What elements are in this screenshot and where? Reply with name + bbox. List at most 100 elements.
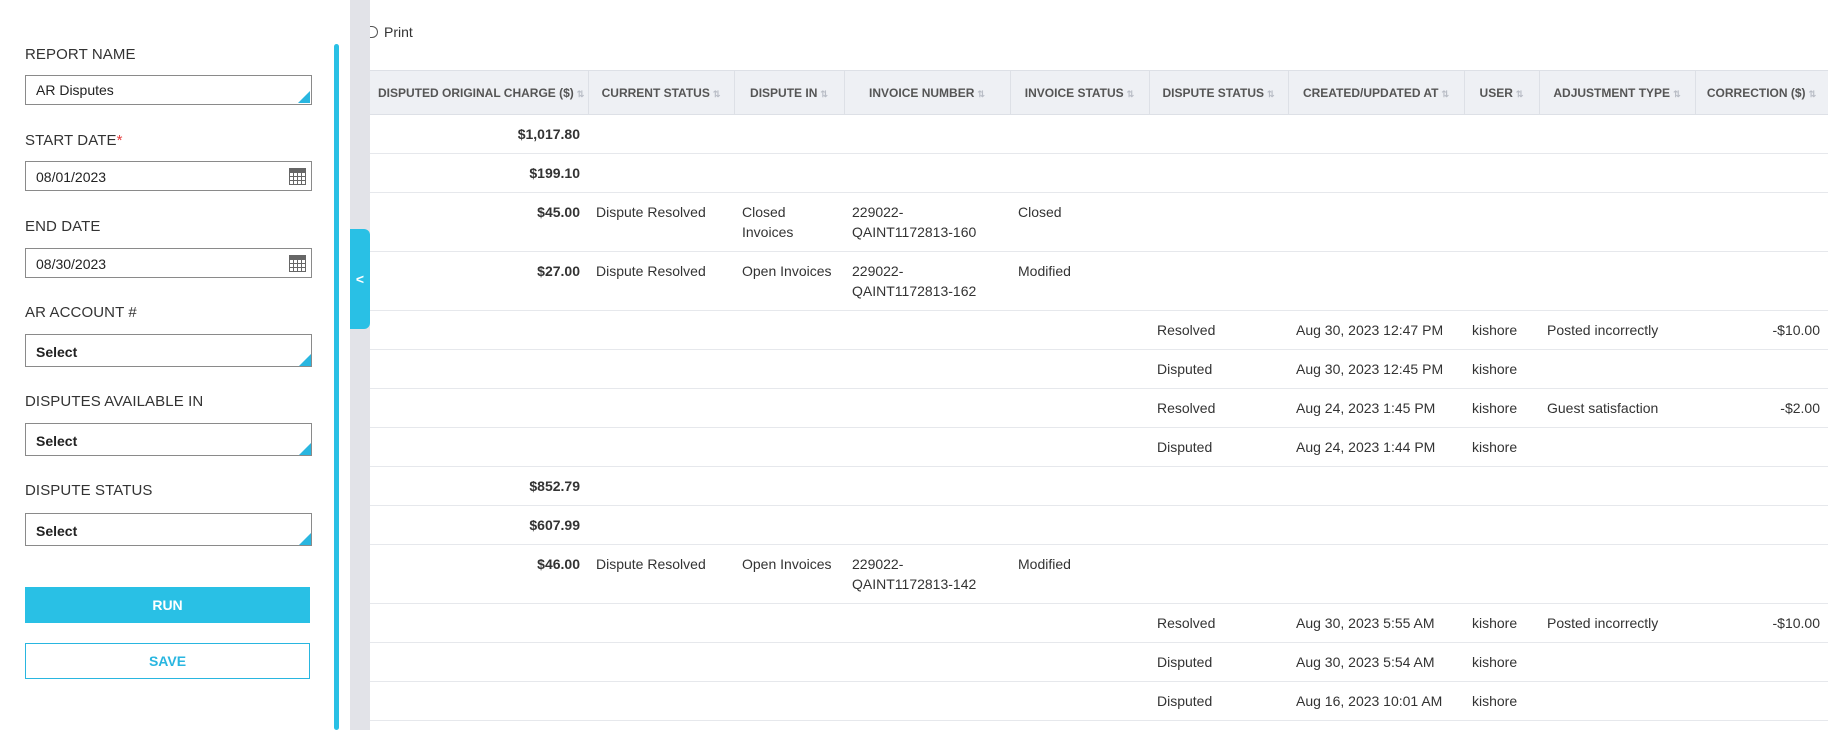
sort-icon[interactable]: ⇅ xyxy=(1127,89,1135,99)
table-row[interactable]: Disputed Aug 16, 2023 10:01 AM kishore xyxy=(370,681,1828,721)
sort-icon[interactable]: ⇅ xyxy=(1809,89,1817,99)
table-cell xyxy=(370,681,588,721)
start-date-value: 08/01/2023 xyxy=(36,169,107,185)
dispute-status-select[interactable]: Select xyxy=(25,513,312,546)
table-cell: Aug 16, 2023 10:00 AM xyxy=(1288,720,1464,730)
ar-account-select[interactable]: Select xyxy=(25,334,312,367)
print-label: Print xyxy=(384,24,413,40)
end-date-input[interactable]: 08/30/2023 xyxy=(25,248,312,278)
start-date-input[interactable]: 08/01/2023 xyxy=(25,161,312,191)
table-cell xyxy=(1695,466,1828,506)
table-row[interactable]: $27.00 Dispute Resolved Open Invoices 22902… xyxy=(370,251,1828,311)
sort-icon[interactable]: ⇅ xyxy=(977,89,985,99)
table-cell xyxy=(1149,505,1288,545)
sort-icon[interactable]: ⇅ xyxy=(1442,89,1450,99)
field-resize-corner-icon xyxy=(298,91,310,103)
table-cell xyxy=(734,427,844,467)
calendar-icon[interactable] xyxy=(289,168,306,185)
column-header[interactable]: INVOICE NUMBER ⇅ xyxy=(844,70,1011,115)
table-cell xyxy=(1010,720,1149,730)
table-row[interactable]: Resolved Aug 30, 2023 5:55 AM kishore Poste… xyxy=(370,603,1828,643)
table-cell xyxy=(1695,544,1828,604)
collapse-panel-toggle[interactable]: < xyxy=(350,229,370,329)
table-cell xyxy=(734,388,844,428)
run-button[interactable]: RUN xyxy=(25,587,310,623)
table-cell: -$2.00 xyxy=(1695,388,1828,428)
table-cell xyxy=(588,466,734,506)
table-cell xyxy=(734,349,844,389)
table-cell xyxy=(844,681,1010,721)
panel-scrollbar[interactable] xyxy=(334,44,339,730)
table-cell: $45.00 xyxy=(370,192,588,252)
report-content: Print DISPUTED ORIGINAL CHARGE ($) ⇅ CURRE… xyxy=(370,0,1828,730)
table-cell xyxy=(1288,544,1464,604)
table-cell xyxy=(1695,349,1828,389)
table-row[interactable]: $199.10 xyxy=(370,153,1828,193)
column-header[interactable]: ADJUSTMENT TYPE ⇅ xyxy=(1539,70,1696,115)
table-cell: Open Invoices xyxy=(734,251,844,311)
table-cell: 229022-QAINT1172813-162 xyxy=(844,251,1010,311)
disputes-available-select[interactable]: Select xyxy=(25,423,312,456)
column-header[interactable]: CREATED/UPDATED AT ⇅ xyxy=(1288,70,1465,115)
column-header[interactable]: CURRENT STATUS ⇅ xyxy=(588,70,735,115)
table-cell xyxy=(1010,466,1149,506)
table-cell xyxy=(734,642,844,682)
table-cell xyxy=(844,603,1010,643)
table-row[interactable]: Resolved Aug 24, 2023 1:45 PM kishore Guest… xyxy=(370,388,1828,428)
table-cell: Resolved xyxy=(1149,388,1288,428)
panel-divider xyxy=(350,0,370,730)
table-cell xyxy=(1464,114,1539,154)
column-header[interactable]: DISPUTE STATUS ⇅ xyxy=(1149,70,1289,115)
table-cell xyxy=(844,114,1010,154)
table-row[interactable]: Disputed Aug 30, 2023 5:54 AM kishore xyxy=(370,642,1828,682)
table-row[interactable]: Disputed Aug 30, 2023 12:45 PM kishore xyxy=(370,349,1828,389)
table-row[interactable]: DisputedAug 16, 2023 10:00 AMkishore xyxy=(370,720,1828,730)
column-header[interactable]: INVOICE STATUS ⇅ xyxy=(1010,70,1150,115)
save-button[interactable]: SAVE xyxy=(25,643,310,679)
table-row[interactable]: $852.79 xyxy=(370,466,1828,506)
table-cell: Disputed xyxy=(1149,349,1288,389)
column-header-label: DISPUTED ORIGINAL CHARGE ($) xyxy=(378,85,574,100)
report-name-input[interactable] xyxy=(25,75,312,105)
column-header[interactable]: USER ⇅ xyxy=(1464,70,1540,115)
table-row[interactable]: $46.00 Dispute Resolved Open Invoices 22902… xyxy=(370,544,1828,604)
table-row[interactable]: Resolved Aug 30, 2023 12:47 PM kishore Post… xyxy=(370,310,1828,350)
calendar-icon[interactable] xyxy=(289,255,306,272)
table-cell xyxy=(588,114,734,154)
table-cell xyxy=(1539,466,1695,506)
column-header-label: CORRECTION ($) xyxy=(1706,85,1806,100)
table-cell: $852.79 xyxy=(370,466,588,506)
table-cell xyxy=(1539,642,1695,682)
table-cell xyxy=(844,720,1010,730)
table-cell xyxy=(1695,427,1828,467)
table-cell xyxy=(734,466,844,506)
sort-icon[interactable]: ⇅ xyxy=(1673,89,1681,99)
sort-icon[interactable]: ⇅ xyxy=(713,89,721,99)
column-header[interactable]: DISPUTE IN ⇅ xyxy=(734,70,845,115)
table-cell: kishore xyxy=(1464,642,1539,682)
sort-icon[interactable]: ⇅ xyxy=(1267,89,1275,99)
table-row[interactable]: Disputed Aug 24, 2023 1:44 PM kishore xyxy=(370,427,1828,467)
disputes-available-selected-value: Select xyxy=(36,433,78,449)
sort-icon[interactable]: ⇅ xyxy=(577,89,585,99)
table-cell xyxy=(1539,153,1695,193)
table-cell: Posted incorrectly xyxy=(1539,310,1695,350)
table-cell: Resolved xyxy=(1149,603,1288,643)
table-cell: Dispute Resolved xyxy=(588,192,734,252)
print-link[interactable]: Print xyxy=(370,24,413,40)
column-header[interactable]: DISPUTED ORIGINAL CHARGE ($) ⇅ xyxy=(370,70,589,115)
sort-icon[interactable]: ⇅ xyxy=(820,89,828,99)
table-row[interactable]: $45.00 Dispute Resolved Closed Invoices 229… xyxy=(370,192,1828,252)
column-header-label: INVOICE NUMBER xyxy=(869,85,975,100)
table-cell: Disputed xyxy=(1149,642,1288,682)
sort-icon[interactable]: ⇅ xyxy=(1516,89,1524,99)
column-header[interactable]: CORRECTION ($) ⇅ xyxy=(1695,70,1828,115)
dispute-status-label: DISPUTE STATUS xyxy=(25,482,153,499)
table-cell xyxy=(734,153,844,193)
table-cell xyxy=(588,310,734,350)
table-cell xyxy=(1010,388,1149,428)
table-row[interactable]: $1,017.80 xyxy=(370,114,1828,154)
table-cell: Guest satisfaction xyxy=(1539,388,1695,428)
table-cell: 229022-QAINT1172813-142 xyxy=(844,544,1010,604)
table-row[interactable]: $607.99 xyxy=(370,505,1828,545)
